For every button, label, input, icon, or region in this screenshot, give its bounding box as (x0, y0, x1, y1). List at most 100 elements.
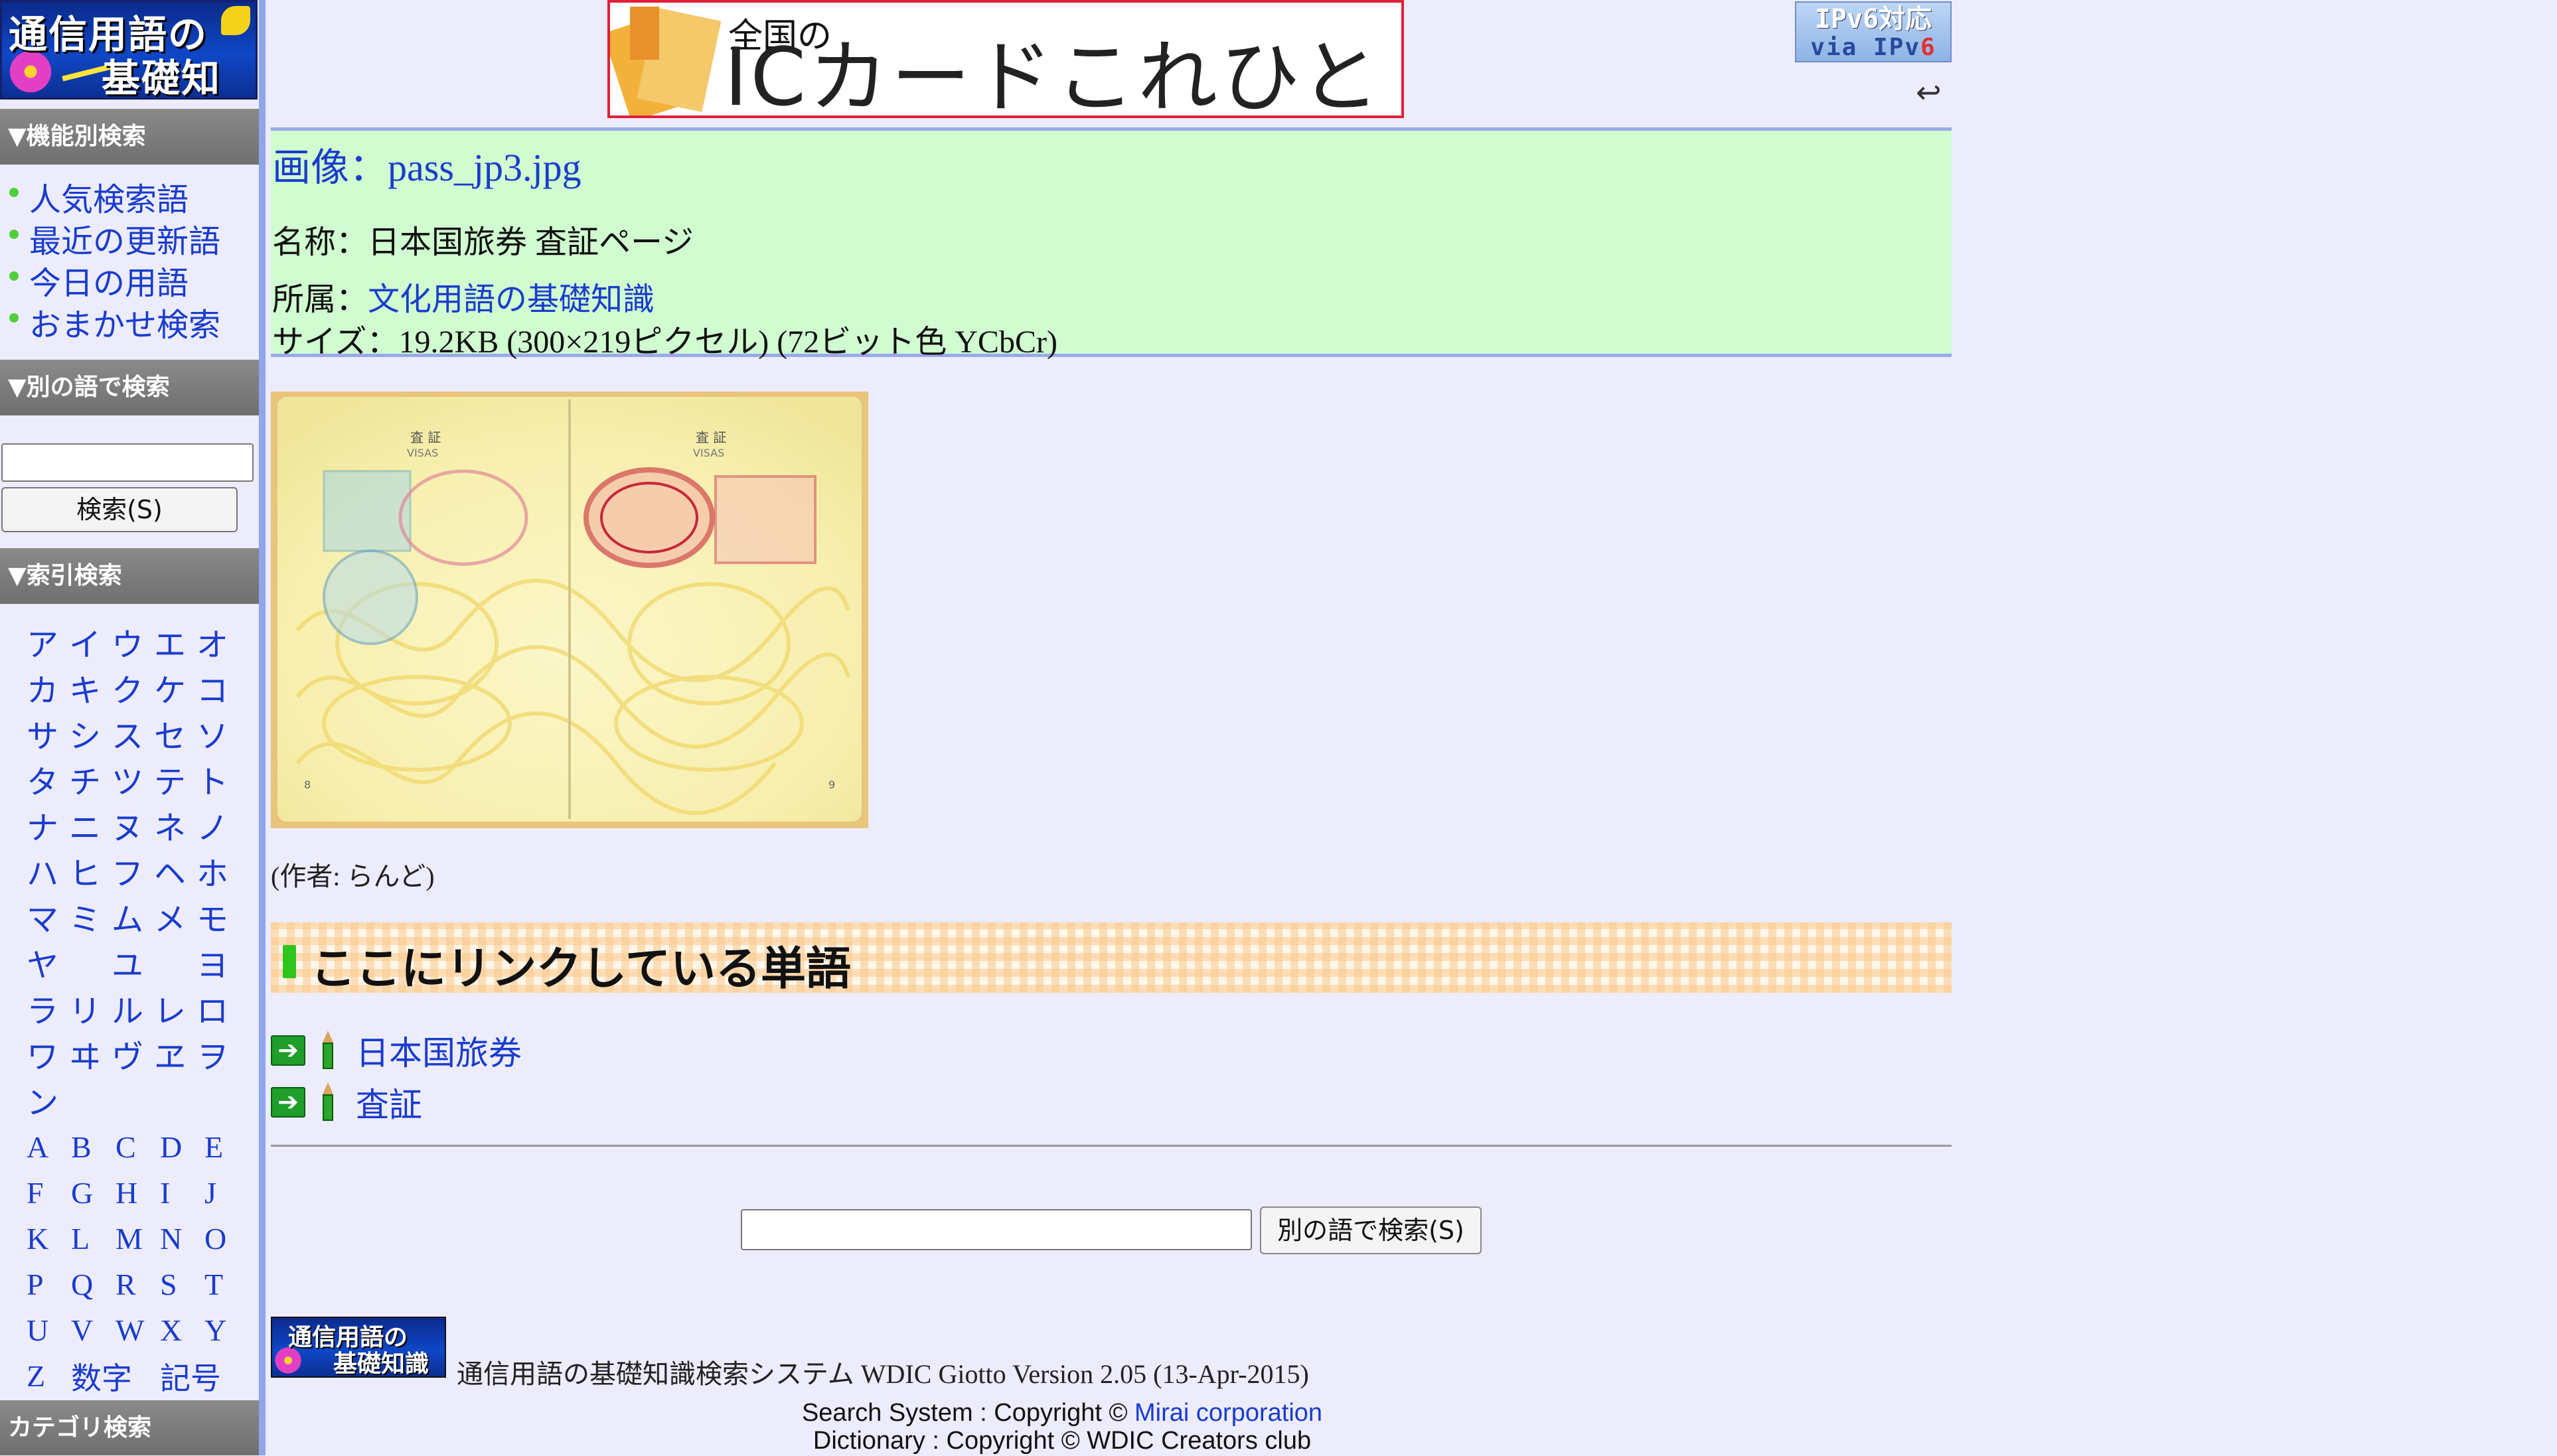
alpha-link[interactable]: D (160, 1129, 204, 1165)
site-logo[interactable]: 通信用語の 基礎知識 (0, 0, 258, 100)
alpha-link[interactable]: K (27, 1221, 71, 1256)
kana-link[interactable]: ト (196, 756, 239, 802)
linked-word-row[interactable]: ➔ 日本国旅券 (271, 1027, 522, 1074)
kana-link[interactable]: ス (112, 710, 154, 757)
kana-link[interactable]: ヱ (154, 1031, 196, 1077)
alpha-link[interactable]: E (204, 1129, 249, 1165)
kana-link[interactable]: ヘ (154, 847, 196, 894)
alpha-link[interactable]: N (160, 1221, 204, 1256)
alpha-link[interactable]: I (160, 1175, 204, 1210)
kana-link[interactable]: タ (27, 756, 69, 802)
alpha-link[interactable]: V (71, 1313, 116, 1348)
kana-link[interactable]: マ (27, 893, 69, 940)
kana-link[interactable]: エ (154, 619, 196, 665)
kana-link[interactable]: ヒ (69, 847, 112, 894)
kana-link[interactable]: ヨ (196, 939, 239, 985)
kana-link[interactable]: ヲ (196, 1031, 239, 1077)
back-arrow-icon[interactable]: ↩ (1916, 74, 1942, 110)
feature-item-label[interactable]: 今日の用語 (29, 263, 189, 305)
bottom-search-input[interactable] (741, 1209, 1252, 1250)
alpha-link[interactable]: Y (204, 1313, 249, 1348)
sidebar-search-button[interactable]: 検索(S) (1, 487, 238, 532)
alpha-link[interactable]: O (204, 1221, 249, 1256)
alpha-link[interactable]: G (71, 1175, 116, 1210)
alpha-link[interactable]: C (116, 1129, 160, 1165)
kana-link[interactable]: ン (27, 1076, 69, 1123)
kana-link[interactable]: イ (69, 619, 112, 665)
alpha-link[interactable]: B (71, 1129, 116, 1165)
kana-link[interactable]: ウ (112, 619, 154, 665)
alpha-link[interactable]: H (116, 1175, 160, 1210)
bottom-search-button[interactable]: 別の語で検索(S) (1260, 1206, 1482, 1254)
kana-link[interactable]: ネ (154, 802, 196, 848)
kana-link[interactable]: ソ (196, 710, 239, 757)
kana-link[interactable]: フ (112, 847, 154, 894)
kana-link[interactable]: ロ (196, 985, 239, 1031)
feature-item-recent[interactable]: 最近の更新語 (9, 221, 220, 263)
kana-link[interactable]: ホ (196, 847, 239, 894)
kana-link[interactable]: ク (112, 664, 154, 711)
kana-link[interactable]: ミ (69, 893, 112, 940)
kana-link[interactable]: ワ (27, 1031, 69, 1077)
alpha-link[interactable]: U (27, 1313, 71, 1348)
belong-link[interactable]: 文化用語の基礎知識 (368, 282, 655, 317)
kana-link[interactable]: ノ (196, 802, 239, 848)
sidebar-search-input[interactable] (1, 443, 254, 482)
ipv6-badge[interactable]: IPv6対応 via IPv6 (1795, 1, 1952, 62)
kana-link[interactable]: ハ (27, 847, 69, 894)
kana-link[interactable]: ツ (112, 756, 154, 802)
alpha-link[interactable]: Q (71, 1267, 116, 1302)
alpha-link[interactable]: J (204, 1175, 249, 1210)
alpha-link[interactable]: P (27, 1267, 71, 1302)
kana-link[interactable]: ヴ (112, 1031, 154, 1077)
kana-link[interactable]: ユ (112, 939, 154, 985)
feature-item-random[interactable]: おまかせ検索 (9, 305, 220, 346)
alpha-link[interactable]: S (160, 1267, 204, 1302)
alpha-link[interactable]: Z (27, 1358, 71, 1394)
kana-link[interactable]: カ (27, 664, 69, 711)
kana-link[interactable]: ナ (27, 802, 69, 848)
digits-link[interactable]: 数字 (71, 1354, 160, 1398)
kana-link[interactable]: チ (69, 756, 112, 802)
alpha-link[interactable]: L (71, 1221, 116, 1256)
linked-word-link[interactable]: 日本国旅券 (356, 1027, 522, 1074)
kana-link[interactable]: モ (196, 893, 239, 940)
kana-link[interactable]: シ (69, 710, 112, 757)
kana-link[interactable]: サ (27, 710, 69, 757)
kana-link[interactable]: ケ (154, 664, 196, 711)
alpha-link[interactable]: X (160, 1313, 204, 1348)
kana-link[interactable]: キ (69, 664, 112, 711)
kana-link[interactable]: ニ (69, 802, 112, 848)
kana-link[interactable]: ラ (27, 985, 69, 1031)
kana-link[interactable]: レ (154, 985, 196, 1031)
kana-link[interactable]: セ (154, 710, 196, 757)
linked-word-row[interactable]: ➔ 査証 (271, 1079, 422, 1126)
kana-link[interactable]: ム (112, 893, 154, 940)
feature-item-label[interactable]: 最近の更新語 (29, 221, 220, 263)
kana-link[interactable]: リ (69, 985, 112, 1031)
linked-word-link[interactable]: 査証 (356, 1078, 422, 1126)
kana-link[interactable]: メ (154, 893, 196, 940)
feature-item-popular[interactable]: 人気検索語 (9, 179, 220, 221)
feature-item-today[interactable]: 今日の用語 (9, 263, 220, 305)
footer-logo[interactable]: 通信用語の 基礎知識 (271, 1317, 446, 1378)
kana-link[interactable]: ヌ (112, 802, 154, 848)
feature-item-label[interactable]: おまかせ検索 (29, 305, 220, 346)
alpha-link[interactable]: R (116, 1267, 160, 1302)
alpha-link[interactable]: A (27, 1129, 71, 1165)
kana-link[interactable]: オ (196, 619, 239, 665)
alpha-link[interactable]: W (116, 1313, 160, 1348)
alpha-link[interactable]: F (27, 1175, 71, 1210)
feature-item-label[interactable]: 人気検索語 (29, 179, 189, 221)
kana-link[interactable]: コ (196, 664, 239, 711)
kana-link[interactable]: ヰ (69, 1031, 112, 1077)
ad-banner[interactable]: 全国の ICカードこれひとつ (607, 0, 1404, 118)
symbols-link[interactable]: 記号 (160, 1354, 226, 1398)
kana-link[interactable]: ル (112, 985, 154, 1031)
kana-link[interactable]: テ (154, 756, 196, 802)
alpha-link[interactable]: T (204, 1267, 249, 1302)
kana-link[interactable]: ア (27, 619, 69, 665)
mirai-link[interactable]: Mirai corporation (1134, 1399, 1322, 1427)
alpha-link[interactable]: M (116, 1221, 160, 1256)
kana-link[interactable]: ヤ (27, 939, 69, 985)
